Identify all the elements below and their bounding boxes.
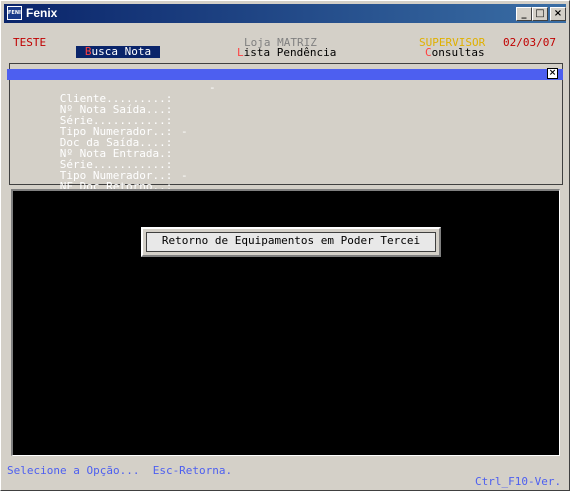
field-tipo-numerador-saida[interactable]: Tipo Numerador..: [20, 115, 173, 137]
field-value-cliente: - [209, 81, 216, 94]
menu-item-label: ista Pendência [243, 46, 337, 59]
menu-item-label: usca Nota [91, 45, 152, 58]
menu-hotkey: B [84, 45, 92, 58]
title-bar[interactable]: FENIX Fenix _ □ × [4, 4, 566, 23]
status-prompt: Selecione a Opção... Esc-Retorna. [7, 464, 233, 477]
status-version: Ctrl_F10-Ver. [475, 475, 562, 488]
close-button[interactable]: × [550, 7, 566, 21]
field-nf-doc-retorno[interactable]: NF Doc Retorno..: [20, 170, 173, 192]
field-serie-entrada[interactable]: Série...........: [20, 148, 173, 170]
menu-hotkey: C [425, 46, 432, 59]
field-tipo-numerador-entrada[interactable]: Tipo Numerador..: [20, 159, 173, 181]
window-title: Fenix [26, 6, 58, 20]
dialog-text: Retorno de Equipamentos em Poder Tercei [146, 232, 436, 252]
terminal-screen: Retorno de Equipamentos em Poder Tercei [11, 189, 560, 456]
menu-hotkey: L [237, 46, 244, 59]
field-nota-entrada[interactable]: Nº Nota Entrada.: [20, 137, 173, 159]
search-form-panel: × Cliente.........: - Nº Nota Saída...: … [7, 63, 563, 192]
menu-item-label: onsultas [431, 46, 485, 59]
current-date: 02/03/07 [503, 36, 556, 49]
app-icon: FENIX [7, 6, 22, 20]
field-doc-saida[interactable]: Doc da Saída....: [20, 126, 173, 148]
field-serie-saida[interactable]: Série...........: [20, 104, 173, 126]
field-value-doc-saida: - [181, 125, 188, 138]
form-title-bar [7, 69, 563, 80]
user-name: TESTE [13, 36, 47, 49]
field-value-nf-doc-retorno: - [181, 169, 188, 182]
maximize-button[interactable]: □ [532, 7, 548, 21]
menu-item-lista-pendencia[interactable]: Lista Pendência [237, 46, 336, 59]
field-cliente[interactable]: Cliente.........: [20, 82, 173, 104]
menu-item-busca-nota[interactable]: Busca Nota [76, 46, 160, 58]
message-dialog: Retorno de Equipamentos em Poder Tercei [141, 227, 441, 257]
form-close-icon[interactable]: × [547, 68, 558, 79]
app-window: FENIX Fenix _ □ × TESTE Loja MATRIZ SUPE… [0, 0, 570, 491]
field-nota-saida[interactable]: Nº Nota Saída...: [20, 93, 173, 115]
minimize-button[interactable]: _ [516, 7, 532, 21]
menu-item-consultas[interactable]: Consultas [425, 46, 485, 59]
